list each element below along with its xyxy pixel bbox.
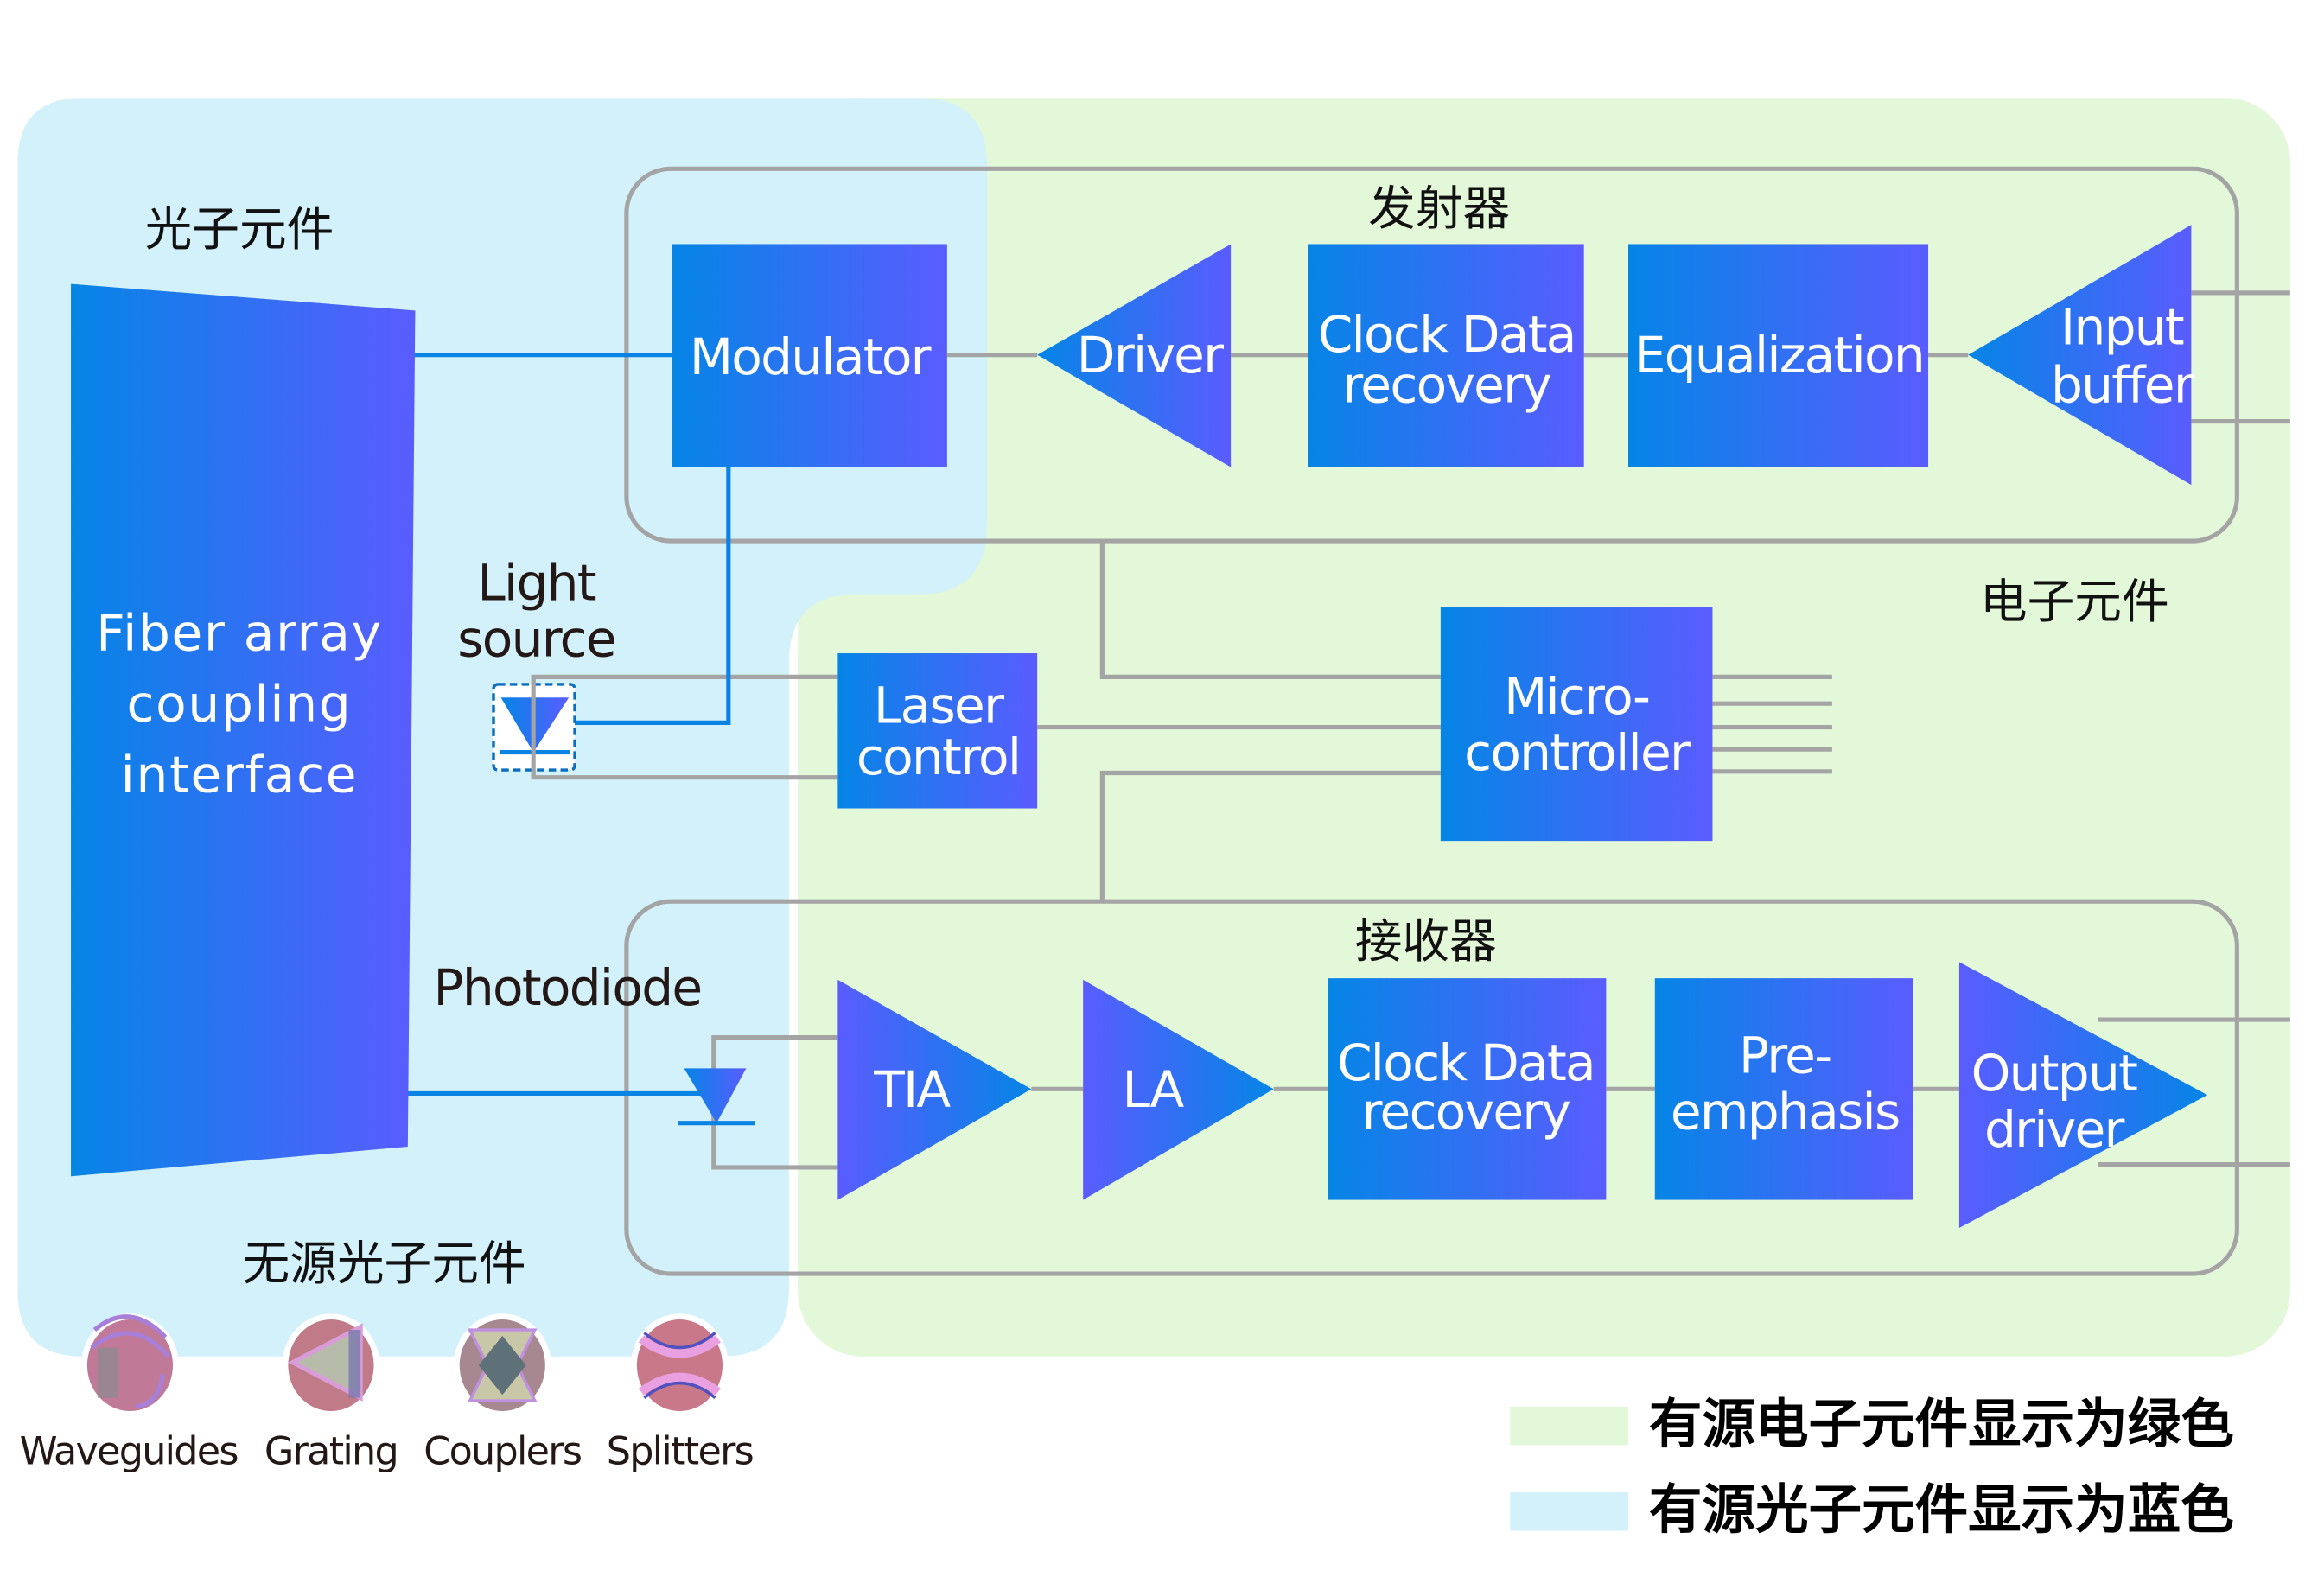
coupler-icon [453,1313,551,1417]
rx-cdr-label-line2: recovery [1362,1083,1570,1141]
electronic-region-label: 电子元件 [1980,574,2169,629]
microcontroller-label-line1: Micro- [1504,667,1649,726]
fiber-array-label-line3: interface [121,746,359,804]
legend-label-photonic: 有源光子元件显示为蓝色 [1649,1478,2234,1541]
receiver-title: 接收器 [1355,913,1497,969]
splitter-icon [631,1313,729,1417]
photodiode-label: Photodiode [434,958,702,1017]
microcontroller-label-line2: controller [1464,723,1691,782]
preemphasis-label-line2: emphasis [1671,1083,1900,1141]
la-label: LA [1122,1060,1184,1119]
laser-diode-icon [492,677,576,778]
input-buffer-label-line1: Input [2060,298,2184,357]
grating-icon [282,1313,380,1417]
laser-control-label-line1: Laser [874,676,1004,734]
legend-swatch-photonic [1510,1492,1628,1531]
passive-component-label: Splitters [607,1430,753,1474]
diagram-svg: 光子元件 电子元件 无源光子元件 发射器 接收器 Fiber array cou… [17,98,2290,1541]
driver-label: Driver [1077,326,1224,385]
modulator-label: Modulator [690,327,932,386]
input-buffer-label-line2: buffer [2051,355,2194,414]
passive-component-label: Couplers [423,1430,581,1474]
legend-label-electronic: 有源电子元件显示为绿色 [1649,1393,2234,1455]
diagram-canvas: 光子元件 电子元件 无源光子元件 发射器 接收器 Fiber array cou… [0,0,2305,1592]
tia-label: TIA [873,1060,951,1119]
fiber-array-label-line1: Fiber array [96,604,383,663]
equalization-label: Equalization [1634,326,1924,385]
light-source-label-line1: Light [477,553,595,612]
tx-cdr-label-line2: recovery [1342,355,1550,414]
output-driver-label-line1: Output [1971,1044,2138,1103]
preemphasis-label-line1: Pre- [1739,1027,1831,1085]
laser-control-label-line2: control [856,728,1020,786]
transmitter-title: 发射器 [1368,181,1510,236]
legend-swatch-electronic [1510,1406,1628,1446]
output-driver-label-line2: driver [1984,1100,2125,1159]
light-source-label-line2: source [457,609,615,668]
passive-component-label: Waveguides [20,1430,238,1474]
fiber-array-label-line2: coupling [127,675,353,734]
passive-region-label: 无源光子元件 [242,1236,525,1291]
photonic-region-label: 光子元件 [145,201,334,257]
passive-component-label: Grating [264,1430,398,1474]
legend: 有源电子元件显示为绿色 有源光子元件显示为蓝色 [1510,1393,2234,1541]
waveguide-icon [81,1313,179,1417]
